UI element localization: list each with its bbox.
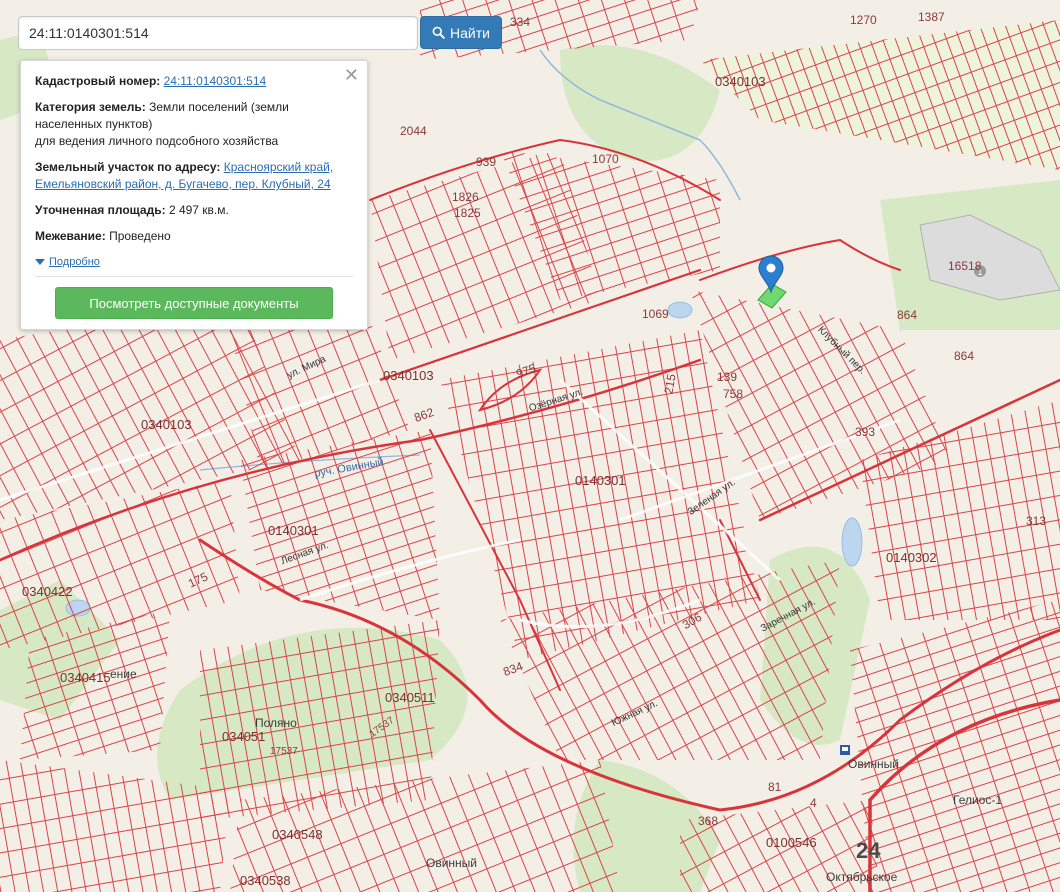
land-category-value-1: Земли поселений (земли <box>149 100 289 114</box>
address-key: Земельный участок по адресу: <box>35 160 221 174</box>
map-label-place: Гелиос-1 <box>953 793 1003 807</box>
map-label-quarter: 0340103 <box>715 74 766 89</box>
address-link-2[interactable]: Емельяновский район, д. Бугачево, пер. К… <box>35 177 331 191</box>
address-row: Земельный участок по адресу: Красноярски… <box>35 159 353 193</box>
map-label-place: Овинный <box>426 856 477 870</box>
map-label-parcel: 864 <box>897 308 918 322</box>
map-label-parcel: 368 <box>698 814 719 828</box>
chevron-down-icon <box>35 259 45 265</box>
map-label-parcel: 1070 <box>592 152 619 166</box>
cadastral-number-link[interactable]: 24:11:0140301:514 <box>164 74 267 88</box>
map-label-place: Овинный <box>848 757 899 771</box>
search-bar <box>18 16 418 50</box>
more-details-toggle[interactable]: Подробно <box>35 256 100 268</box>
area-row: Уточненная площадь: 2 497 кв.м. <box>35 202 353 219</box>
map-label-parcel: 17537 <box>270 746 298 757</box>
map-label-quarter: 0100546 <box>766 835 817 850</box>
map-label-parcel: 1387 <box>918 10 945 24</box>
cadastral-number-row: Кадастровый номер: 24:11:0140301:514 <box>35 73 353 90</box>
address-link-1[interactable]: Красноярский край, <box>224 160 333 174</box>
map-label-quarter: 0340548 <box>272 827 323 842</box>
map-label-parcel: 1270 <box>850 13 877 27</box>
map-label-quarter: 0340103 <box>141 417 192 432</box>
popup-divider <box>35 276 353 277</box>
land-category-value-2: населенных пунктов) <box>35 117 153 131</box>
map-label-parcel: 334 <box>510 15 531 29</box>
map-label-quarter: 0140301 <box>268 523 319 538</box>
map-label-quarter: 0140302 <box>886 550 937 565</box>
survey-key: Межевание: <box>35 229 106 243</box>
map-label-parcel: 16518 <box>948 259 982 273</box>
cadastral-number-key: Кадастровый номер: <box>35 74 161 88</box>
map-label-parcel: 393 <box>855 425 876 439</box>
map-label-place: Поляно <box>255 716 297 730</box>
map-label-parcel: 313 <box>1026 514 1047 528</box>
close-icon[interactable]: ✕ <box>344 65 359 86</box>
map-label-parcel: 758 <box>723 387 744 401</box>
map-label-district: 24 <box>856 838 881 863</box>
land-category-row: Категория земель: Земли поселений (земли… <box>35 99 353 150</box>
search-input[interactable] <box>18 16 418 50</box>
map-label-quarter: 034051 <box>222 729 266 744</box>
search-icon <box>432 26 445 39</box>
map-label-parcel: 81 <box>768 780 782 794</box>
map-label-place: Октябрьское <box>826 870 898 884</box>
map-label-parcel: 1826 <box>452 190 479 204</box>
map-label-parcel: 1069 <box>642 307 669 321</box>
area-key: Уточненная площадь: <box>35 203 166 217</box>
map-label-place: ение <box>110 667 137 681</box>
map-label-parcel: 4 <box>810 796 817 810</box>
map-label-quarter: 0340422 <box>22 584 73 599</box>
survey-value: Проведено <box>109 229 171 243</box>
map-label-parcel: 2044 <box>400 124 427 138</box>
more-details-label: Подробно <box>49 256 100 268</box>
map-label-quarter: 0340415 <box>60 670 111 685</box>
map-label-parcel: 864 <box>954 349 975 363</box>
parcel-info-popup: ✕ Кадастровый номер: 24:11:0140301:514 К… <box>20 60 368 330</box>
survey-row: Межевание: Проведено <box>35 228 353 245</box>
map-label-quarter: 0340103 <box>383 368 434 383</box>
land-category-value-3: для ведения личного подсобного хозяйства <box>35 134 279 148</box>
area-value: 2 497 кв.м. <box>168 203 229 217</box>
map-label-quarter: 0340538 <box>240 873 291 888</box>
land-category-key: Категория земель: <box>35 100 146 114</box>
view-documents-button[interactable]: Посмотреть доступные документы <box>55 287 333 319</box>
search-button-label: Найти <box>450 24 490 41</box>
map-label-parcel: 939 <box>476 155 497 169</box>
search-button[interactable]: Найти <box>420 16 502 49</box>
map-label-parcel: 1825 <box>454 206 481 220</box>
map-label-parcel: 139 <box>717 370 738 384</box>
map-label-quarter: 0340511 <box>385 690 435 705</box>
station-icon <box>840 745 850 755</box>
map-label-quarter: 0140301 <box>575 473 626 488</box>
